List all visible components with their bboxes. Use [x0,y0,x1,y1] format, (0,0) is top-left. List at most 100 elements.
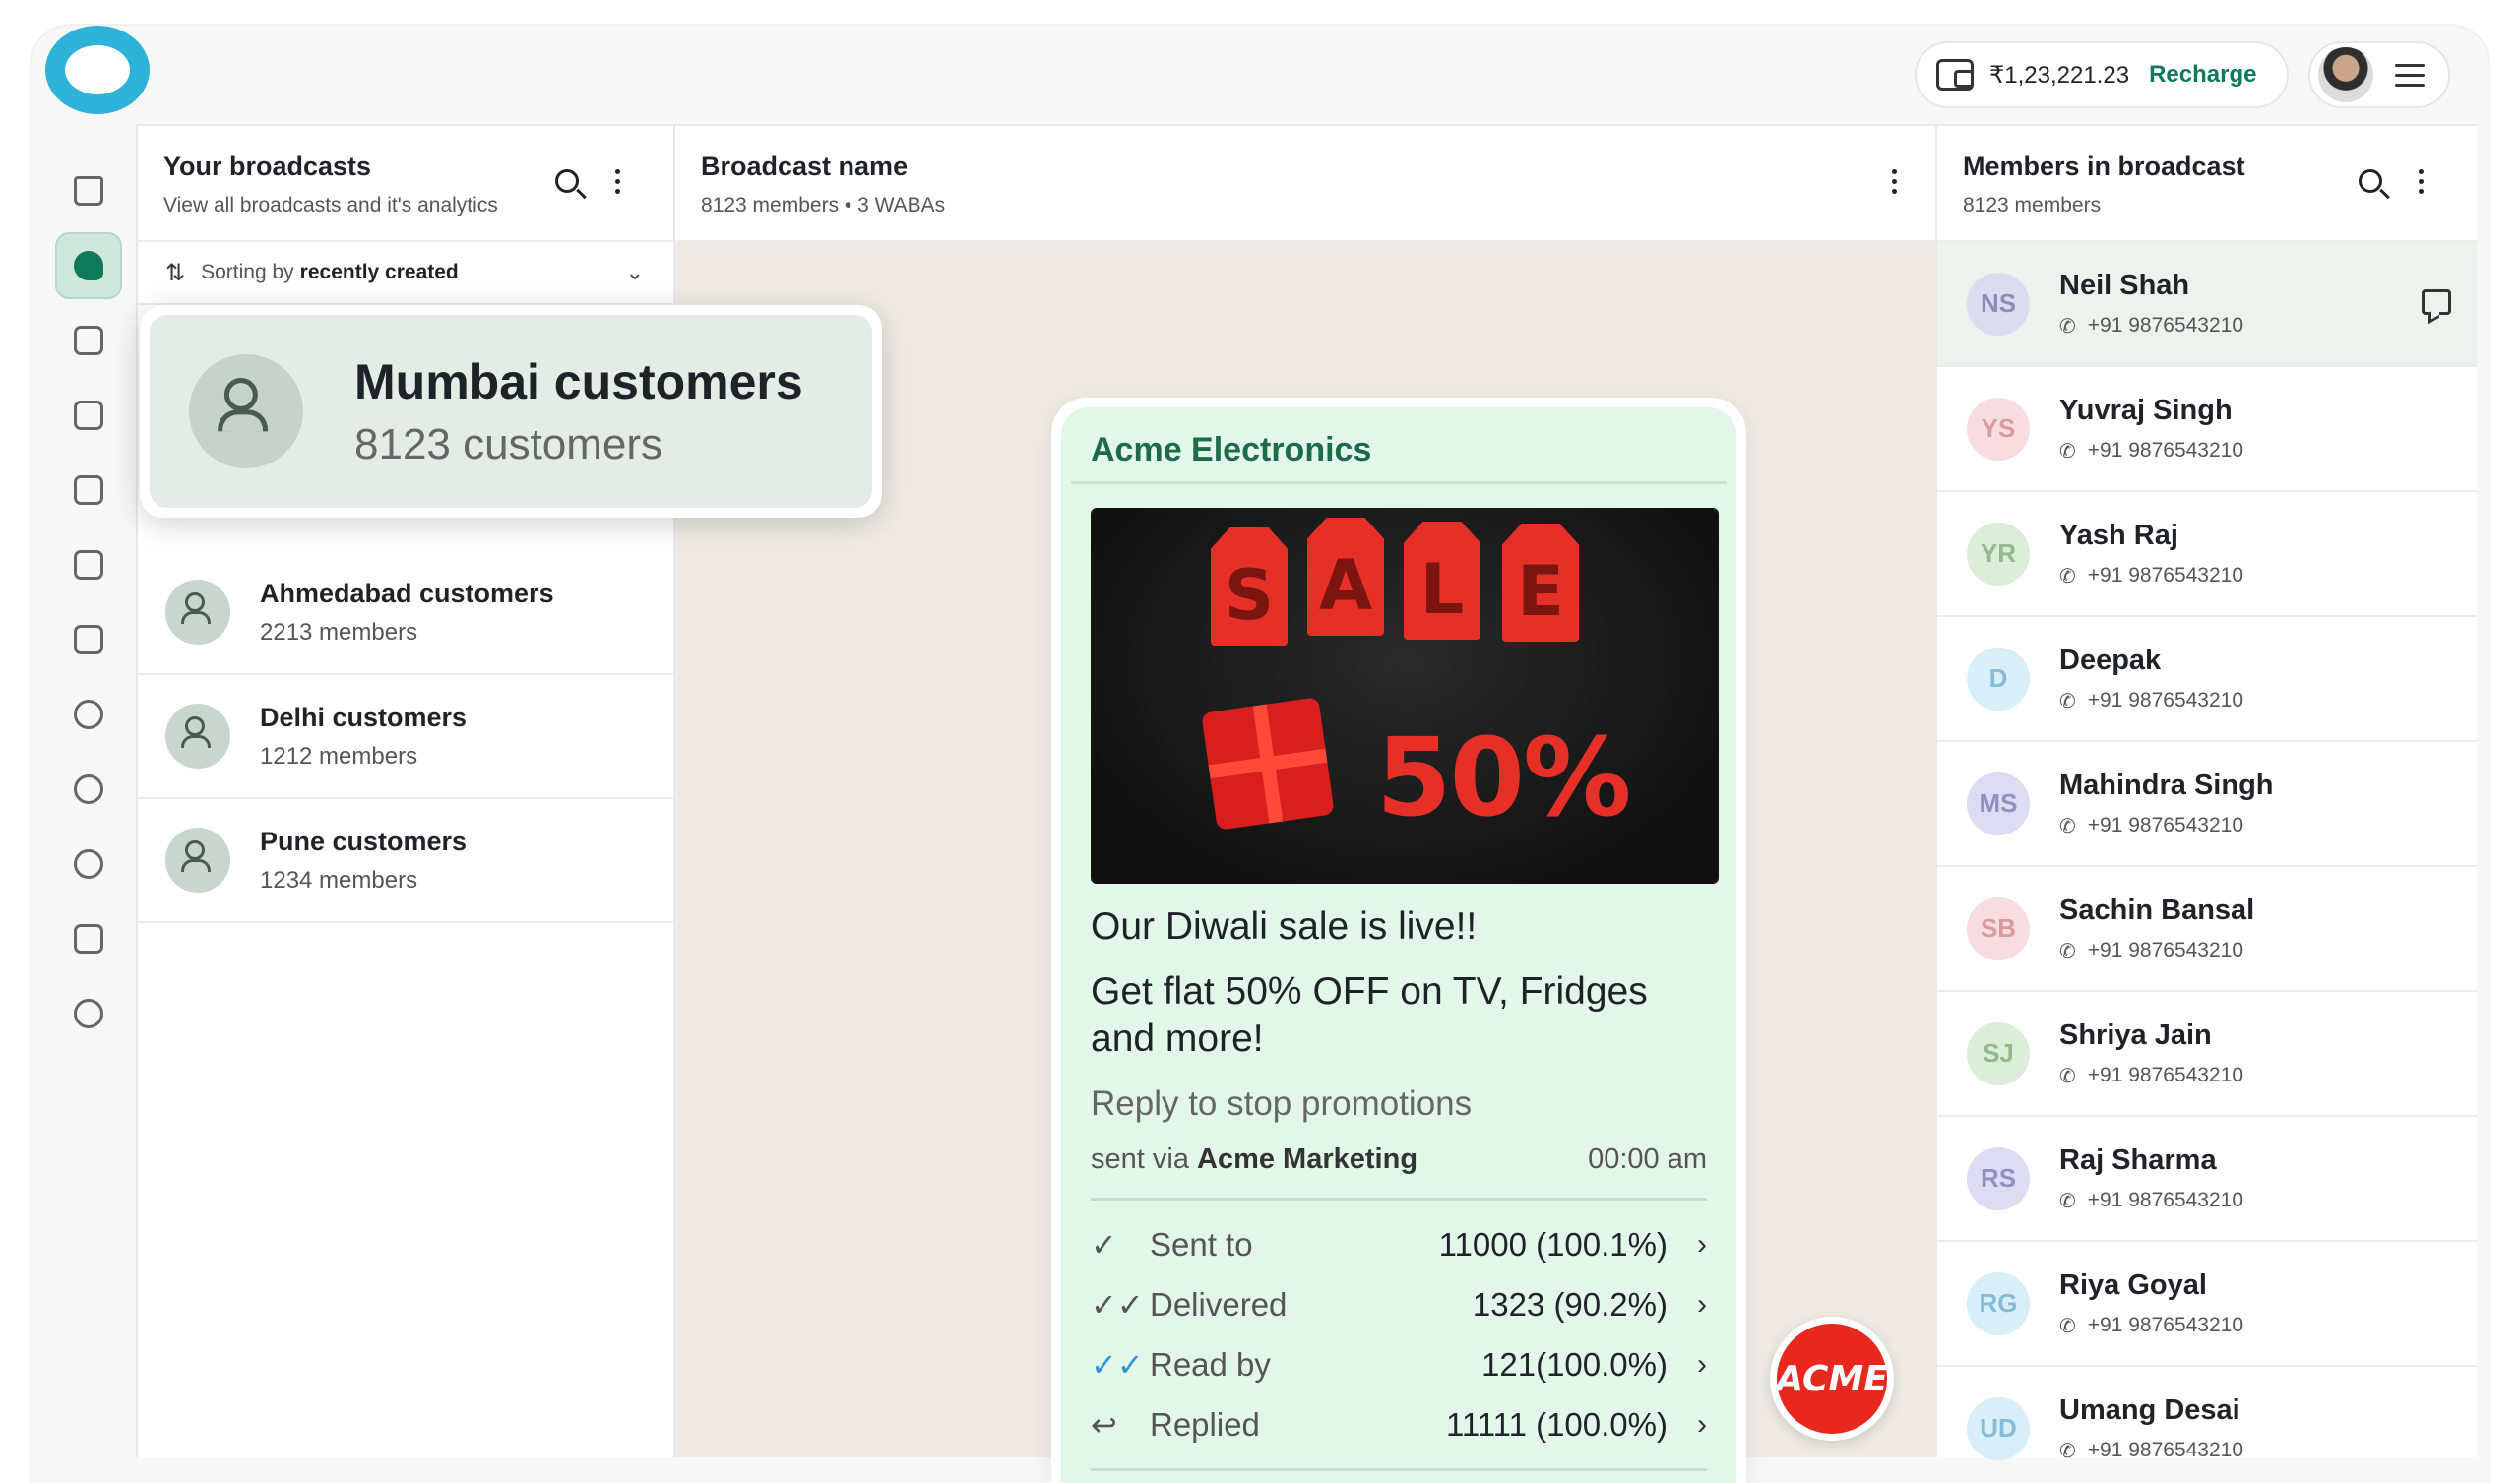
stat-value: 11111 (100.0%) [1445,1405,1668,1443]
rail-item-broadcast[interactable] [55,232,122,299]
member-phone: +91 9876543210 [2087,689,2244,711]
recharge-link[interactable]: Recharge [2149,61,2256,89]
calendar-icon [74,401,103,430]
rail-item-analytics[interactable] [55,457,122,524]
member-row[interactable]: YR Yash Raj ✆ +91 9876543210 [1937,492,2477,617]
member-row[interactable]: RG Riya Goyal ✆ +91 9876543210 [1937,1242,2477,1367]
member-phone-row: ✆ +91 9876543210 [2059,1189,2243,1213]
stat-row[interactable]: ✓✓ Read by 121(100.0%) › [1091,1334,1707,1394]
member-name: Raj Sharma [2059,1143,2217,1176]
member-row[interactable]: D Deepak ✆ +91 9876543210 [1937,617,2477,742]
broadcast-list-item[interactable]: Ahmedabad customers 2213 members [138,551,673,675]
search-icon[interactable] [555,169,579,193]
broadcast-list-item[interactable]: Delhi customers 1212 members [138,675,673,799]
member-row[interactable]: SJ Shriya Jain ✆ +91 9876543210 [1937,992,2477,1117]
member-row[interactable]: YS Yuvraj Singh ✆ +91 9876543210 [1937,367,2477,492]
member-phone: +91 9876543210 [2087,1064,2244,1086]
members-list: NS Neil Shah ✆ +91 9876543210 YS Yuvraj Singh… [1937,242,2477,1483]
rail-item-integrations[interactable] [55,606,122,673]
more-options-icon[interactable] [615,169,621,194]
broadcast-subtitle: 8123 members • 3 WABAs [701,194,946,216]
member-row[interactable]: UD Umang Desai ✆ +91 9876543210 [1937,1367,2477,1483]
member-avatar: YS [1967,397,2030,461]
member-phone: +91 9876543210 [2087,314,2244,337]
phone-icon: ✆ [2059,1440,2076,1462]
chevron-right-icon[interactable]: › [1668,1408,1707,1442]
broadcast-card-highlighted[interactable]: Mumbai customers 8123 customers [140,305,882,518]
member-avatar: SJ [1967,1021,2030,1085]
broadcast-name: Delhi customers [260,702,468,732]
member-row[interactable]: NS Neil Shah ✆ +91 9876543210 [1937,242,2477,367]
stat-icon: ✓✓ [1091,1346,1144,1383]
member-phone: +91 9876543210 [2087,939,2244,961]
avatar[interactable] [2318,47,2373,102]
stat-label: Read by [1150,1345,1271,1383]
integrations-icon [74,625,103,654]
rail-item-settings[interactable] [55,980,122,1047]
stat-row[interactable]: ✓✓ Delivered 1323 (90.2%) › [1091,1274,1707,1334]
delivery-stats: ✓ Sent to 11000 (100.1%) › ✓✓ Delivered 1323 (… [1091,1214,1707,1454]
analytics-icon [74,475,103,505]
broadcast-name: Ahmedabad customers [260,578,554,608]
acme-logo-badge: ACME [1770,1317,1894,1441]
rail-item-team[interactable] [55,681,122,748]
app-logo[interactable] [45,26,150,114]
sort-icon: ⇅ [165,259,186,286]
left-rail [49,157,128,1055]
message-footer: Reply to stop promotions [1091,1084,1473,1123]
member-phone: +91 9876543210 [2087,439,2244,462]
members-header: Members in broadcast 8123 members [1937,126,2477,242]
rail-item-chat-add[interactable] [55,307,122,374]
panel-subtitle: View all broadcasts and it's analytics [163,194,498,216]
broadcast-list-item[interactable]: Pune customers 1234 members [138,799,673,923]
search-icon[interactable] [2359,169,2382,193]
rail-item-calendar[interactable] [55,382,122,449]
sort-dropdown[interactable]: ⇅ Sorting by recently created ⌄ [138,242,673,305]
chat-add-icon [74,326,103,355]
rail-item-timer[interactable] [55,905,122,972]
rail-item-bot[interactable] [55,756,122,823]
profile-menu[interactable] [2308,41,2450,108]
discount-text: 50% [1376,714,1631,840]
phone-icon: ✆ [2059,1315,2076,1337]
app-window: ₹1,23,221.23 Recharge Your broadcasts Vi… [32,26,2488,1483]
wallet-pill: ₹1,23,221.23 Recharge [1915,41,2289,108]
stat-icon: ✓ [1091,1226,1117,1263]
member-name: Shriya Jain [2059,1019,2212,1051]
stat-icon: ✓✓ [1091,1286,1144,1323]
member-row[interactable]: MS Mahindra Singh ✆ +91 9876543210 [1937,742,2477,867]
gift-icon [1201,697,1335,831]
rail-item-ai[interactable] [55,831,122,897]
broadcast-icon [74,251,103,280]
broadcast-name: Pune customers [260,826,468,856]
stat-row[interactable]: ↩ Replied 11111 (100.0%) › [1091,1394,1707,1454]
member-name: Yash Raj [2059,519,2178,551]
panel-title: Your broadcasts [163,152,372,181]
phone-icon: ✆ [2059,940,2076,962]
chevron-right-icon[interactable]: › [1668,1288,1707,1322]
member-row[interactable]: RS Raj Sharma ✆ +91 9876543210 [1937,1117,2477,1242]
message-line-2: Get flat 50% OFF on TV, Fridges and more… [1091,970,1648,1060]
chevron-right-icon[interactable]: › [1668,1348,1707,1382]
member-row[interactable]: SB Sachin Bansal ✆ +91 9876543210 [1937,867,2477,992]
member-avatar: MS [1967,772,2030,835]
message-sender: Acme Electronics [1071,407,1727,484]
message-preview-card: Acme Electronics S A L E 50% Our Diwali … [1051,398,1746,1483]
more-options-icon[interactable] [1892,169,1898,194]
chat-icon[interactable] [2422,289,2451,315]
sent-via-row: sent via Acme Marketing 00:00 am [1091,1143,1707,1201]
stats-divider [1091,1468,1707,1471]
rail-item-contacts[interactable] [55,531,122,598]
stat-label: Delivered [1150,1285,1288,1323]
sent-via: sent via Acme Marketing [1091,1143,1418,1176]
chevron-right-icon[interactable]: › [1668,1228,1707,1262]
more-options-icon[interactable] [2419,169,2425,194]
stat-row[interactable]: ✓ Sent to 11000 (100.1%) › [1091,1214,1707,1274]
chevron-down-icon: ⌄ [625,260,644,284]
rail-item-home[interactable] [55,157,122,224]
member-name: Deepak [2059,644,2162,676]
phone-icon: ✆ [2059,1190,2076,1212]
menu-icon[interactable] [2395,63,2425,87]
member-avatar: NS [1967,272,2030,336]
group-icon [165,580,230,645]
